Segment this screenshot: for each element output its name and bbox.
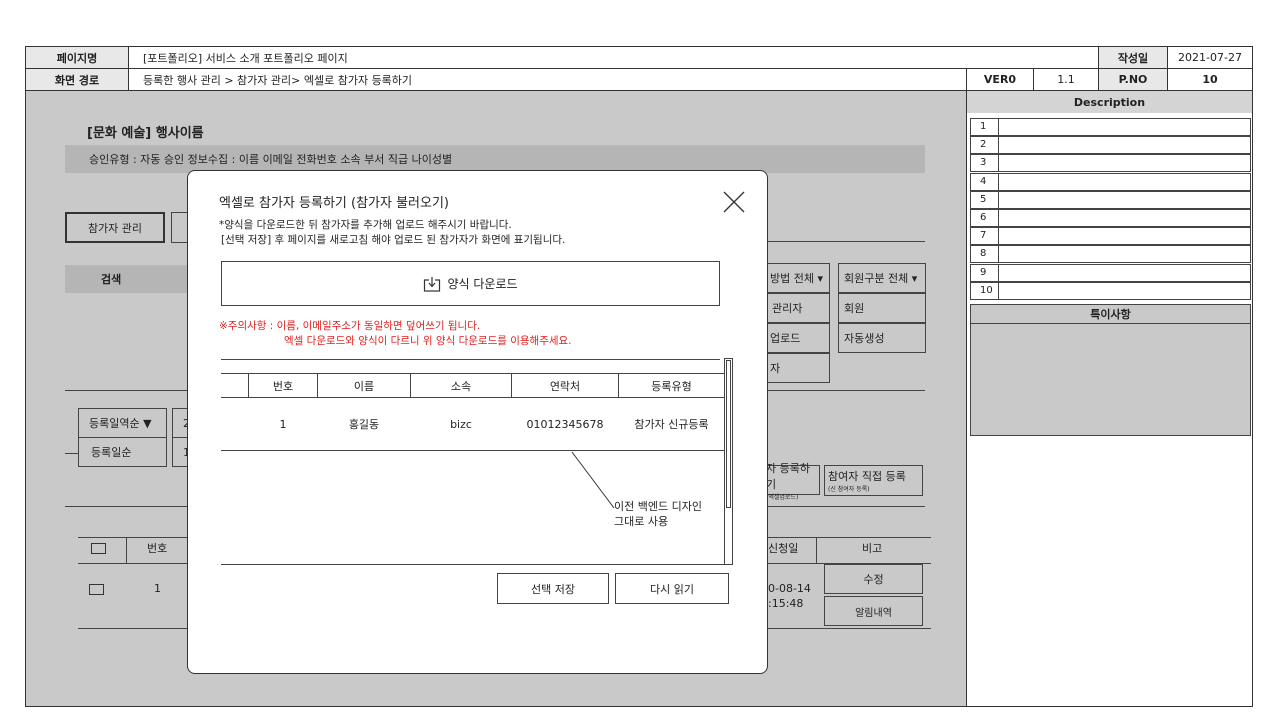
created-label: 작성일 xyxy=(1098,46,1168,69)
list-header-note: 비고 xyxy=(862,542,883,555)
description-row: 7 xyxy=(970,227,1251,246)
version-label: VER0 xyxy=(966,68,1034,91)
member-option-auto[interactable]: 자동생성 xyxy=(838,323,926,353)
table-scrollbar-thumb[interactable] xyxy=(726,360,731,508)
close-icon[interactable] xyxy=(722,190,746,214)
created-date: 2021-07-27 xyxy=(1167,46,1253,69)
edit-button[interactable]: 수정 xyxy=(824,564,923,594)
list-row-date-line1: 0-08-14 xyxy=(768,582,811,595)
description-row-number: 9 xyxy=(971,264,999,281)
modal-row-name: 홍길동 xyxy=(348,418,380,431)
warning-line2: 엑셀 다운로드와 양식이 다르니 위 양식 다운로드를 이용해주세요. xyxy=(284,335,572,347)
description-row: 2 xyxy=(970,136,1251,155)
modal-row-no: 1 xyxy=(279,417,287,431)
sort-option-2[interactable]: 1 xyxy=(172,437,190,467)
template-download-label: 양식 다운로드 xyxy=(447,277,518,291)
description-row-number: 4 xyxy=(971,173,999,190)
tab-participant-management[interactable]: 참가자 관리 xyxy=(65,212,165,243)
page-name: [포트폴리오] 서비스 소개 포트폴리오 페이지 xyxy=(128,46,1099,69)
description-row: 10 xyxy=(970,281,1251,300)
modal-desc-line1: *양식을 다운로드한 뒤 참가자를 추가해 업로드 해주시기 바랍니다. xyxy=(219,219,512,231)
modal-row-org: bizc xyxy=(450,417,472,431)
sort-option-asc[interactable]: 등록일순 xyxy=(78,437,167,467)
annotation-pointer-line xyxy=(571,451,615,509)
annotation-line2: 그대로 사용 xyxy=(614,515,669,528)
save-selected-button[interactable]: 선택 저장 xyxy=(497,573,609,604)
version: 1.1 xyxy=(1033,68,1099,91)
modal-header-no: 번호 xyxy=(272,380,294,393)
pno-label: P.NO xyxy=(1098,68,1168,91)
direct-register-sub: (신 참여자 등록) xyxy=(828,486,870,493)
route: 등록한 행사 관리 > 참가자 관리> 엑셀로 참가자 등록하기 xyxy=(128,68,967,91)
excel-register-label: 자 등록하기 xyxy=(766,461,810,491)
method-option-3[interactable]: 자 xyxy=(767,353,830,383)
description-row-number: 10 xyxy=(971,282,999,299)
description-row: 5 xyxy=(970,190,1251,209)
route-label: 화면 경로 xyxy=(25,68,129,91)
info-bar: 승인유형 : 자동 승인 정보수집 : 이름 이메일 전화번호 소속 부서 직급… xyxy=(65,145,925,173)
reload-button[interactable]: 다시 읽기 xyxy=(615,573,729,604)
notes-area xyxy=(970,323,1251,436)
direct-register-label: 참여자 직접 등록 xyxy=(828,470,906,483)
description-row-number: 2 xyxy=(971,137,999,154)
direct-register-button[interactable]: 참여자 직접 등록 (신 참여자 등록) xyxy=(824,465,923,496)
modal-header-org: 소속 xyxy=(450,380,472,393)
modal-desc-line2: [선택 저장] 후 페이지를 새로고침 해야 업로드 된 참가자가 화면에 표기… xyxy=(221,234,566,246)
sort-select[interactable]: 등록일역순 ▼ xyxy=(78,408,167,438)
member-filter[interactable]: 회원구분 전체 ▾ xyxy=(838,263,926,293)
description-row-number: 6 xyxy=(971,210,999,226)
description-row-number: 7 xyxy=(971,228,999,245)
list-header-no: 번호 xyxy=(147,542,168,555)
modal-header-phone: 연락처 xyxy=(549,380,581,393)
description-row: 3 xyxy=(970,154,1251,173)
modal-row-phone: 01012345678 xyxy=(526,417,604,431)
notes-title: 특이사항 xyxy=(970,304,1251,324)
select-all-checkbox[interactable] xyxy=(91,543,106,554)
list-row-date-line2: :15:48 xyxy=(768,597,804,610)
search-label: 검색 xyxy=(65,265,187,293)
modal-title: 엑셀로 참가자 등록하기 (참가자 불러오기) xyxy=(219,196,449,211)
sort-select-2[interactable]: 2 xyxy=(172,408,190,438)
description-row-number: 1 xyxy=(971,119,999,135)
description-row: 6 xyxy=(970,209,1251,227)
warning-line1: ※주의사항 : 이름, 이메일주소가 동일하면 덮어쓰기 됩니다. xyxy=(219,320,481,332)
notify-history-button[interactable]: 알림내역 xyxy=(824,596,923,626)
description-row-number: 8 xyxy=(971,246,999,263)
description-row-number: 5 xyxy=(971,191,999,208)
download-icon xyxy=(423,276,441,292)
description-row: 8 xyxy=(970,245,1251,264)
method-filter[interactable]: 방법 전체 ▾ xyxy=(767,263,830,293)
excel-register-button[interactable]: 자 등록하기 (엑셀업로드) xyxy=(763,462,820,501)
list-header-date: 신청일 xyxy=(768,542,799,555)
list-row-no: 1 xyxy=(154,582,161,595)
template-download-button[interactable]: 양식 다운로드 xyxy=(221,261,720,306)
modal-header-name: 이름 xyxy=(353,380,375,393)
modal-header-type: 등록유형 xyxy=(651,380,692,393)
description-row-number: 3 xyxy=(971,155,999,172)
pno: 10 xyxy=(1167,68,1253,91)
description-row: 4 xyxy=(970,172,1251,191)
modal-row-type: 참가자 신규등록 xyxy=(634,418,709,431)
description-title: Description xyxy=(967,91,1252,113)
annotation-line1: 이전 백엔드 디자인 xyxy=(614,500,702,513)
page-name-label: 페이지명 xyxy=(25,46,129,69)
method-option-upload[interactable]: 업로드 xyxy=(767,323,830,353)
description-row: 9 xyxy=(970,263,1251,282)
description-row: 1 xyxy=(970,118,1251,136)
event-title: [문화 예술] 행사이름 xyxy=(87,126,204,141)
member-option-member[interactable]: 회원 xyxy=(838,293,926,323)
row-checkbox[interactable] xyxy=(89,584,104,595)
method-option-admin[interactable]: 관리자 xyxy=(767,293,830,323)
excel-register-sub: (엑셀업로드) xyxy=(766,493,799,501)
